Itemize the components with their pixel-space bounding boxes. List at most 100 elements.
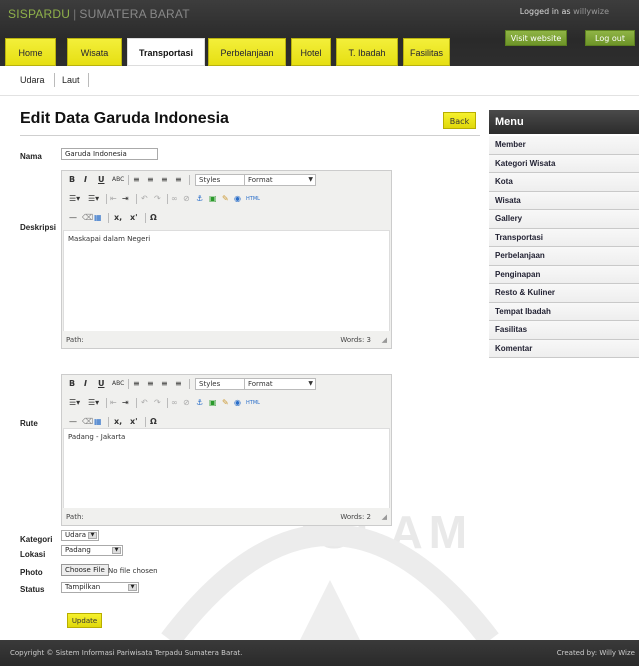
table-icon[interactable]: ▦ — [94, 418, 102, 426]
bullet-list-icon[interactable]: ☰▾ — [69, 399, 80, 407]
sidebar-item-perbelanjaan[interactable]: Perbelanjaan — [489, 247, 639, 266]
indent-icon[interactable]: ⇥ — [122, 195, 129, 203]
tab-wisata[interactable]: Wisata — [67, 38, 122, 66]
eraser-icon[interactable]: ⌫ — [82, 418, 93, 426]
sidebar-item-penginapan[interactable]: Penginapan — [489, 265, 639, 284]
tab-fasilitas[interactable]: Fasilitas — [403, 38, 450, 66]
toolbar-separator — [189, 175, 190, 185]
underline-button[interactable]: U — [98, 176, 105, 184]
sidebar-item-gallery[interactable]: Gallery — [489, 210, 639, 229]
align-left-icon[interactable]: ≡ — [133, 176, 140, 184]
path-label: Path: — [66, 513, 84, 521]
sidebar-item-wisata[interactable]: Wisata — [489, 191, 639, 210]
help-icon[interactable]: ◉ — [234, 195, 241, 203]
cleanup-icon[interactable]: ✎ — [222, 399, 229, 407]
bullet-list-icon[interactable]: ☰▾ — [69, 195, 80, 203]
bold-button[interactable]: B — [69, 176, 75, 184]
image-icon[interactable]: ▣ — [209, 399, 217, 407]
italic-button[interactable]: I — [84, 380, 87, 388]
eraser-icon[interactable]: ⌫ — [82, 214, 93, 222]
nama-input[interactable]: Garuda Indonesia — [61, 148, 158, 160]
format-select-value: Format — [248, 380, 273, 388]
cleanup-icon[interactable]: ✎ — [222, 195, 229, 203]
resize-grip-icon[interactable]: ◢ — [382, 513, 387, 521]
outdent-icon[interactable]: ⇤ — [110, 195, 117, 203]
align-right-icon[interactable]: ≡ — [161, 380, 168, 388]
superscript-button[interactable]: x' — [130, 418, 138, 426]
sidebar-item-tempat-ibadah[interactable]: Tempat Ibadah — [489, 302, 639, 321]
brand-title[interactable]: SISPARDU | SUMATERA BARAT — [8, 7, 190, 21]
outdent-icon[interactable]: ⇤ — [110, 399, 117, 407]
subscript-button[interactable]: x, — [114, 214, 122, 222]
horizontal-rule-icon[interactable]: — — [69, 418, 77, 426]
align-center-icon[interactable]: ≡ — [147, 380, 154, 388]
deskripsi-textarea[interactable]: Maskapai dalam Negeri — [63, 230, 390, 333]
html-source-icon[interactable]: HTML — [246, 195, 260, 203]
special-char-button[interactable]: Ω — [150, 418, 157, 426]
image-icon[interactable]: ▣ — [209, 195, 217, 203]
align-center-icon[interactable]: ≡ — [147, 176, 154, 184]
redo-icon[interactable]: ↷ — [154, 195, 161, 203]
numbered-list-icon[interactable]: ☰▾ — [88, 195, 99, 203]
superscript-button[interactable]: x' — [130, 214, 138, 222]
sidebar-item-fasilitas[interactable]: Fasilitas — [489, 321, 639, 340]
link-icon[interactable]: ∞ — [171, 195, 178, 203]
logout-button[interactable]: Log out — [585, 30, 635, 46]
logged-in-user: willywize — [573, 7, 609, 16]
subnav-udara[interactable]: Udara — [20, 75, 45, 85]
chevron-down-icon: ▼ — [112, 547, 121, 554]
align-left-icon[interactable]: ≡ — [133, 380, 140, 388]
strikethrough-button[interactable]: ABC — [112, 176, 124, 184]
tab-hotel[interactable]: Hotel — [291, 38, 331, 66]
special-char-button[interactable]: Ω — [150, 214, 157, 222]
align-justify-icon[interactable]: ≡ — [175, 380, 182, 388]
link-icon[interactable]: ∞ — [171, 399, 178, 407]
table-icon[interactable]: ▦ — [94, 214, 102, 222]
unlink-icon[interactable]: ⊘ — [183, 399, 190, 407]
sidebar-item-kota[interactable]: Kota — [489, 173, 639, 192]
rute-label: Rute — [20, 419, 38, 428]
tab-t-ibadah[interactable]: T. Ibadah — [336, 38, 398, 66]
unlink-icon[interactable]: ⊘ — [183, 195, 190, 203]
undo-icon[interactable]: ↶ — [141, 195, 148, 203]
deskripsi-editor: B I U ABC ≡ ≡ ≡ ≡ Styles ▼ Format ▼ ☰▾ ☰▾ … — [61, 170, 392, 349]
underline-button[interactable]: U — [98, 380, 105, 388]
numbered-list-icon[interactable]: ☰▾ — [88, 399, 99, 407]
sidebar-item-member[interactable]: Member — [489, 136, 639, 155]
back-button[interactable]: Back — [443, 112, 476, 129]
subnav-laut[interactable]: Laut — [62, 75, 80, 85]
horizontal-rule-icon[interactable]: — — [69, 214, 77, 222]
redo-icon[interactable]: ↷ — [154, 399, 161, 407]
update-button[interactable]: Update — [67, 613, 102, 628]
align-right-icon[interactable]: ≡ — [161, 176, 168, 184]
undo-icon[interactable]: ↶ — [141, 399, 148, 407]
format-select[interactable]: Format ▼ — [244, 174, 316, 186]
indent-icon[interactable]: ⇥ — [122, 399, 129, 407]
sidebar-item-komentar[interactable]: Komentar — [489, 339, 639, 358]
tab-perbelanjaan[interactable]: Perbelanjaan — [208, 38, 286, 66]
sidebar-item-kategori-wisata[interactable]: Kategori Wisata — [489, 154, 639, 173]
bold-button[interactable]: B — [69, 380, 75, 388]
anchor-icon[interactable]: ⚓ — [196, 399, 203, 407]
format-select[interactable]: Format ▼ — [244, 378, 316, 390]
align-justify-icon[interactable]: ≡ — [175, 176, 182, 184]
visit-website-button[interactable]: Visit website — [505, 30, 567, 46]
subscript-button[interactable]: x, — [114, 418, 122, 426]
choose-file-button[interactable]: Choose File — [61, 564, 109, 576]
html-source-icon[interactable]: HTML — [246, 399, 260, 407]
sidebar-item-transportasi[interactable]: Transportasi — [489, 228, 639, 247]
tab-home[interactable]: Home — [5, 38, 56, 66]
editor-statusbar: Path: Words: 2 ◢ — [62, 508, 391, 525]
rute-textarea[interactable]: Padang - Jakarta — [63, 428, 390, 510]
help-icon[interactable]: ◉ — [234, 399, 241, 407]
strikethrough-button[interactable]: ABC — [112, 380, 124, 388]
resize-grip-icon[interactable]: ◢ — [382, 336, 387, 344]
anchor-icon[interactable]: ⚓ — [196, 195, 203, 203]
tab-transportasi[interactable]: Transportasi — [127, 38, 205, 66]
status-select[interactable]: Tampilkan ▼ — [61, 582, 139, 593]
sidebar-item-resto-kuliner[interactable]: Resto & Kuliner — [489, 284, 639, 303]
italic-button[interactable]: I — [84, 176, 87, 184]
kategori-label: Kategori — [20, 535, 53, 544]
lokasi-select[interactable]: Padang ▼ — [61, 545, 123, 556]
kategori-select[interactable]: Udara ▼ — [61, 530, 99, 541]
